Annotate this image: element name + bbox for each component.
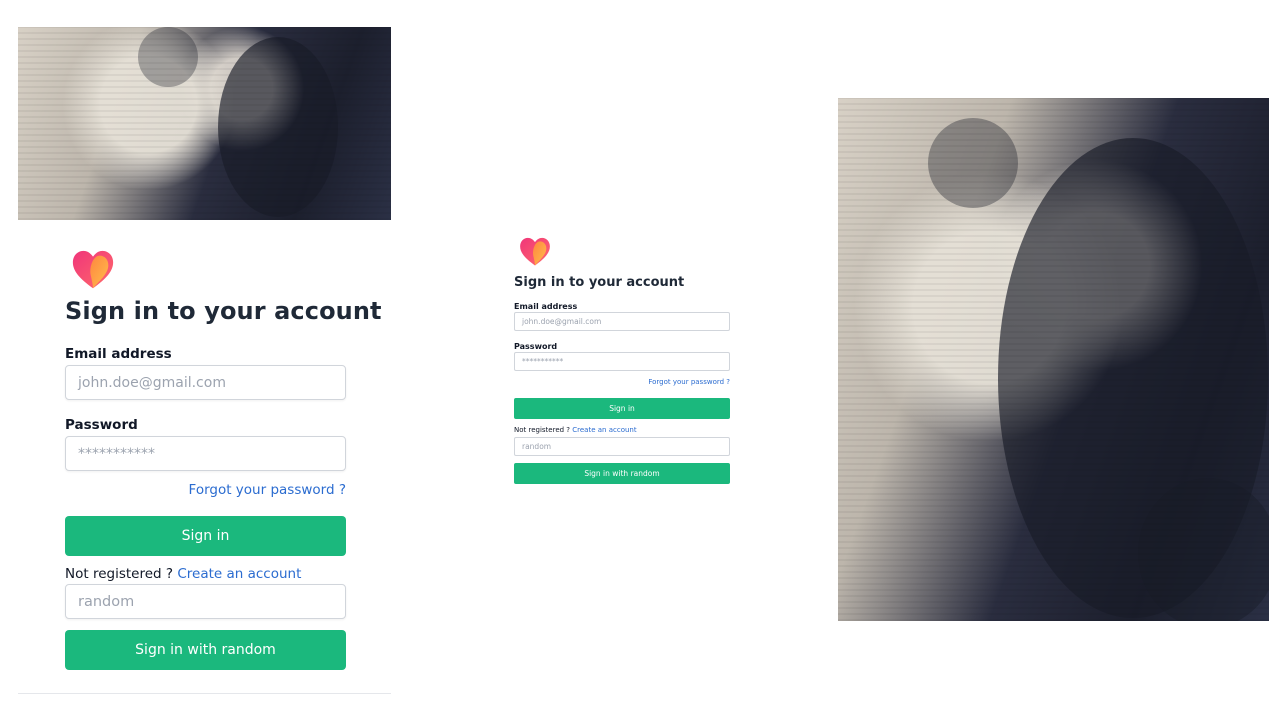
register-line: Not registered ? Create an account — [65, 566, 301, 582]
forgot-password-link[interactable]: Forgot your password ? — [189, 482, 346, 498]
register-line: Not registered ? Create an account — [514, 426, 637, 434]
password-placeholder: *********** — [522, 357, 564, 366]
password-field[interactable]: *********** — [514, 352, 730, 371]
sign-in-button[interactable]: Sign in — [65, 516, 346, 556]
email-field[interactable]: john.doe@gmail.com — [514, 312, 730, 331]
heart-logo-icon — [70, 247, 116, 293]
desktop-login-preview: Sign in to your account Email address jo… — [500, 230, 745, 500]
sign-in-random-button[interactable]: Sign in with random — [65, 630, 346, 670]
not-registered-text: Not registered ? — [514, 426, 571, 434]
forgot-password-link[interactable]: Forgot your password ? — [648, 378, 730, 386]
email-placeholder: john.doe@gmail.com — [78, 374, 226, 391]
random-placeholder: random — [78, 593, 135, 610]
create-account-link[interactable]: Create an account — [572, 426, 636, 434]
password-field[interactable]: *********** — [65, 436, 346, 471]
random-field[interactable]: random — [514, 437, 730, 456]
email-label: Email address — [65, 346, 172, 362]
password-label: Password — [514, 342, 558, 351]
random-field[interactable]: random — [65, 584, 346, 619]
password-placeholder: *********** — [78, 445, 155, 462]
page-title: Sign in to your account — [65, 297, 382, 325]
page-title: Sign in to your account — [514, 275, 685, 290]
create-account-link[interactable]: Create an account — [177, 566, 301, 582]
random-placeholder: random — [522, 442, 552, 451]
sign-in-button[interactable]: Sign in — [514, 398, 730, 419]
sign-in-random-button[interactable]: Sign in with random — [514, 463, 730, 484]
hero-photo — [18, 27, 391, 220]
email-field[interactable]: john.doe@gmail.com — [65, 365, 346, 400]
email-label: Email address — [514, 302, 578, 311]
side-photo — [838, 98, 1269, 621]
email-placeholder: john.doe@gmail.com — [522, 317, 602, 326]
heart-logo-icon — [518, 235, 552, 269]
not-registered-text: Not registered ? — [65, 566, 174, 582]
mobile-login-preview: Sign in to your account Email address jo… — [18, 27, 391, 694]
password-label: Password — [65, 417, 138, 433]
